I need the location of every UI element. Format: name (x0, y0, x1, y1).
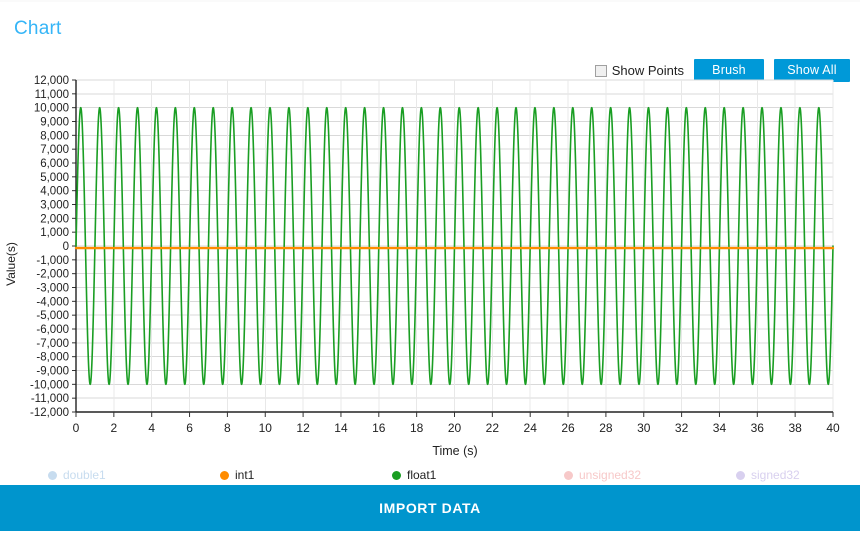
y-tick-label: -7,000 (36, 338, 69, 350)
y-tick-label: -5,000 (36, 310, 69, 322)
x-tick-label: 20 (448, 421, 462, 435)
x-tick-label: 36 (751, 421, 765, 435)
y-tick-label: -11,000 (31, 393, 69, 405)
y-tick-label: -4,000 (36, 296, 69, 308)
page-title: Chart (14, 18, 62, 39)
x-tick-label: 34 (713, 421, 727, 435)
x-axis-label-wrap: Time (s) (0, 444, 860, 458)
legend-item-signed32[interactable]: signed32 (688, 468, 860, 482)
x-tick-label: 10 (259, 421, 273, 435)
y-tick-label: -3,000 (36, 283, 69, 295)
y-tick-label: 10,000 (34, 103, 69, 115)
legend-item-float1[interactable]: float1 (344, 468, 516, 482)
x-tick-label: 6 (186, 421, 193, 435)
x-tick-label: 4 (148, 421, 155, 435)
y-tick-label: 4,000 (40, 186, 69, 198)
legend-marker-icon (564, 470, 573, 480)
x-tick-label: 38 (788, 421, 802, 435)
x-tick-label: 18 (410, 421, 424, 435)
x-tick-label: 22 (486, 421, 500, 435)
x-tick-label: 0 (73, 421, 80, 435)
x-tick-label: 14 (334, 421, 348, 435)
y-tick-label: -6,000 (36, 324, 69, 336)
legend-marker-icon (392, 470, 401, 480)
y-tick-label: 7,000 (40, 144, 69, 156)
legend-item-unsigned32[interactable]: unsigned32 (516, 468, 688, 482)
y-tick-label: -12,000 (30, 407, 69, 419)
y-tick-label: 3,000 (40, 200, 69, 212)
x-tick-label: 30 (637, 421, 651, 435)
legend-item-double1[interactable]: double1 (0, 468, 172, 482)
legend-label: signed32 (751, 468, 800, 482)
y-tick-label: 2,000 (40, 213, 69, 225)
import-data-button[interactable]: IMPORT DATA (0, 485, 860, 531)
y-tick-label: 12,000 (34, 75, 69, 87)
x-tick-label: 24 (524, 421, 538, 435)
y-axis-label: Value(s) (4, 242, 18, 286)
y-tick-label: 1,000 (40, 227, 69, 239)
legend-marker-icon (220, 470, 229, 480)
x-axis-label: Time (s) (432, 444, 478, 458)
legend-label: int1 (235, 468, 255, 482)
x-tick-label: 12 (296, 421, 310, 435)
y-tick-label: -8,000 (36, 352, 69, 364)
x-tick-label: 26 (561, 421, 575, 435)
chart-legend: double1 int1 float1 unsigned32 signed32 (0, 465, 860, 485)
y-tick-label: 11,000 (35, 89, 69, 101)
x-tick-label: 8 (224, 421, 231, 435)
x-tick-label: 32 (675, 421, 689, 435)
legend-label: double1 (63, 468, 106, 482)
y-tick-label: -9,000 (36, 366, 69, 378)
legend-marker-icon (736, 470, 745, 480)
y-tick-label: -10,000 (30, 379, 69, 391)
legend-marker-icon (48, 470, 57, 480)
x-tick-label: 40 (826, 421, 840, 435)
top-divider (0, 0, 860, 2)
chart-container[interactable]: Value(s) 12,000 11,000 10,000 9,000 8,000 7,0… (0, 72, 860, 458)
y-tick-label: 6,000 (40, 158, 69, 170)
y-tick-label: 0 (63, 241, 69, 253)
legend-label: float1 (407, 468, 437, 482)
x-tick-label: 2 (111, 421, 118, 435)
y-tick-label: 5,000 (40, 172, 69, 184)
y-tick-label: 8,000 (40, 130, 69, 142)
chart-plot[interactable]: 12,000 11,000 10,000 9,0008,000 7,000 6,000 5,… (0, 72, 860, 444)
x-tick-label: 16 (372, 421, 386, 435)
chart-page: Chart Show Points Brush Show All Value(s… (0, 0, 860, 534)
legend-label: unsigned32 (579, 468, 642, 482)
y-tick-label: 9,000 (40, 117, 69, 129)
x-tick-label: 28 (599, 421, 613, 435)
y-tick-label: -1,000 (36, 255, 69, 267)
y-tick-label: -2,000 (36, 269, 69, 281)
legend-item-int1[interactable]: int1 (172, 468, 344, 482)
